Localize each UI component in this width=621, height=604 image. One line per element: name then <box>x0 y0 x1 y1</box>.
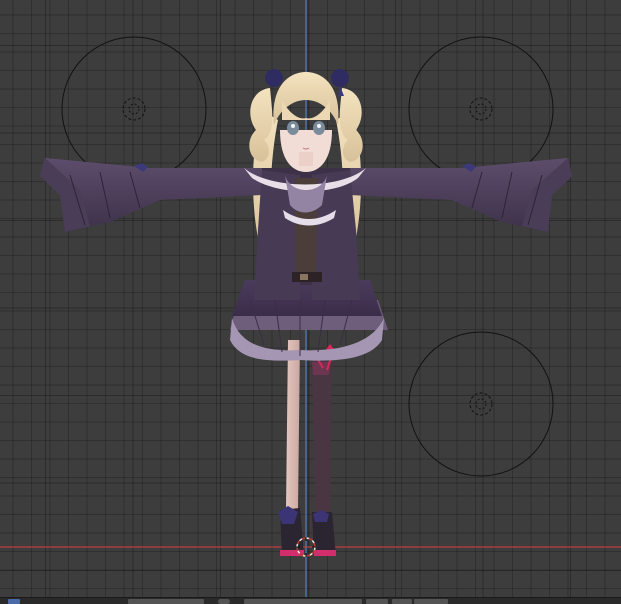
orientation-icon[interactable] <box>218 599 230 604</box>
3d-viewport[interactable] <box>0 0 621 597</box>
search-field[interactable] <box>128 599 204 604</box>
overlay-button[interactable] <box>366 599 388 604</box>
mode-dropdown[interactable] <box>244 599 362 604</box>
view-toggle[interactable] <box>8 599 20 604</box>
3d-cursor-icon[interactable] <box>0 0 621 597</box>
shading-button[interactable] <box>392 599 412 604</box>
more-button[interactable] <box>414 599 448 604</box>
